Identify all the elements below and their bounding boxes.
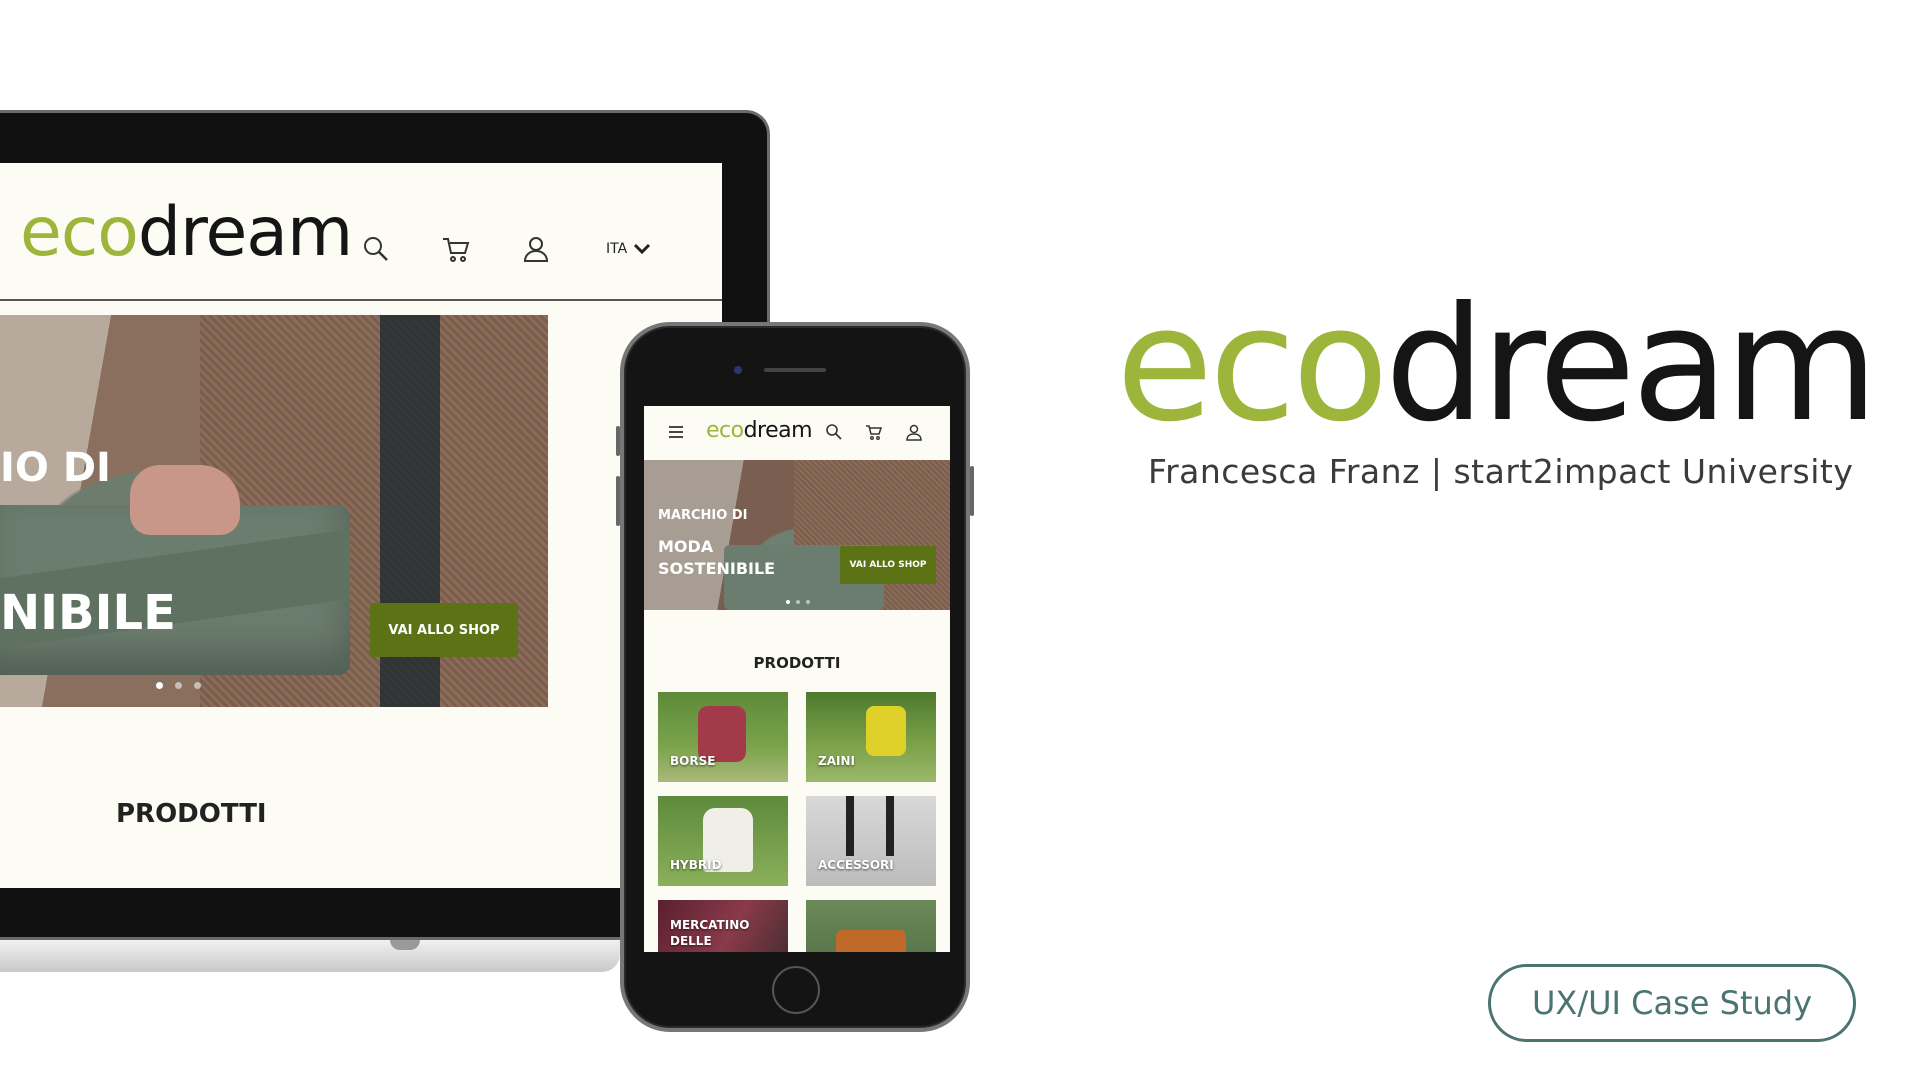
home-button[interactable]	[772, 966, 820, 1014]
case-study-button[interactable]: UX/UI Case Study	[1488, 964, 1856, 1042]
category-tile-borse[interactable]: BORSE	[658, 692, 788, 782]
carousel-dots[interactable]	[156, 682, 201, 689]
laptop-screen: ecodream ITA IO DI NIBILE VAI ALLO SHOP …	[0, 163, 722, 888]
cart-icon[interactable]	[440, 233, 472, 265]
phone-mockup: ecodream MARCHIO DI MODA SOSTENIBILE VAI…	[616, 322, 974, 1032]
speaker	[764, 368, 826, 372]
mobile-hero-line1: MARCHIO DI	[658, 508, 748, 523]
menu-icon[interactable]	[666, 422, 686, 442]
mobile-header: ecodream	[644, 406, 950, 460]
category-tile-mercatino[interactable]: MERCATINO DELLE	[658, 900, 788, 952]
phone-screen: ecodream MARCHIO DI MODA SOSTENIBILE VAI…	[644, 406, 950, 952]
hero-title-line2: NIBILE	[0, 585, 176, 641]
chevron-down-icon	[634, 243, 651, 255]
products-heading: PRODOTTI	[116, 799, 267, 829]
user-icon[interactable]	[520, 233, 552, 265]
language-selector[interactable]: ITA	[606, 241, 651, 257]
brand-logo: ecodream	[1116, 273, 1878, 457]
mobile-shop-button[interactable]: VAI ALLO SHOP	[840, 546, 936, 584]
search-icon[interactable]	[360, 233, 392, 265]
brand-subtitle: Francesca Franz | start2impact Universit…	[1148, 452, 1854, 491]
laptop-base	[0, 940, 620, 972]
category-tile-zaini[interactable]: ZAINI	[806, 692, 936, 782]
shop-button[interactable]: VAI ALLO SHOP	[370, 603, 518, 657]
mobile-carousel-dots[interactable]	[786, 600, 810, 604]
category-tile-accessori[interactable]: ACCESSORI	[806, 796, 936, 886]
cart-icon[interactable]	[864, 422, 884, 442]
mobile-logo[interactable]: ecodream	[706, 418, 813, 443]
site-header: ecodream ITA	[0, 163, 722, 301]
category-tile-6[interactable]	[806, 900, 936, 952]
hero-title-line1: IO DI	[0, 445, 111, 491]
site-logo[interactable]: ecodream	[20, 193, 353, 272]
mobile-hero-banner: MARCHIO DI MODA SOSTENIBILE VAI ALLO SHO…	[644, 460, 950, 610]
user-icon[interactable]	[904, 422, 924, 442]
camera	[734, 366, 742, 374]
search-icon[interactable]	[824, 422, 844, 442]
mobile-hero-line2: MODA SOSTENIBILE	[658, 537, 776, 578]
hero-banner: IO DI NIBILE VAI ALLO SHOP	[0, 315, 548, 707]
mobile-products-heading: PRODOTTI	[753, 654, 841, 672]
category-tile-hybrid[interactable]: HYBRID	[658, 796, 788, 886]
